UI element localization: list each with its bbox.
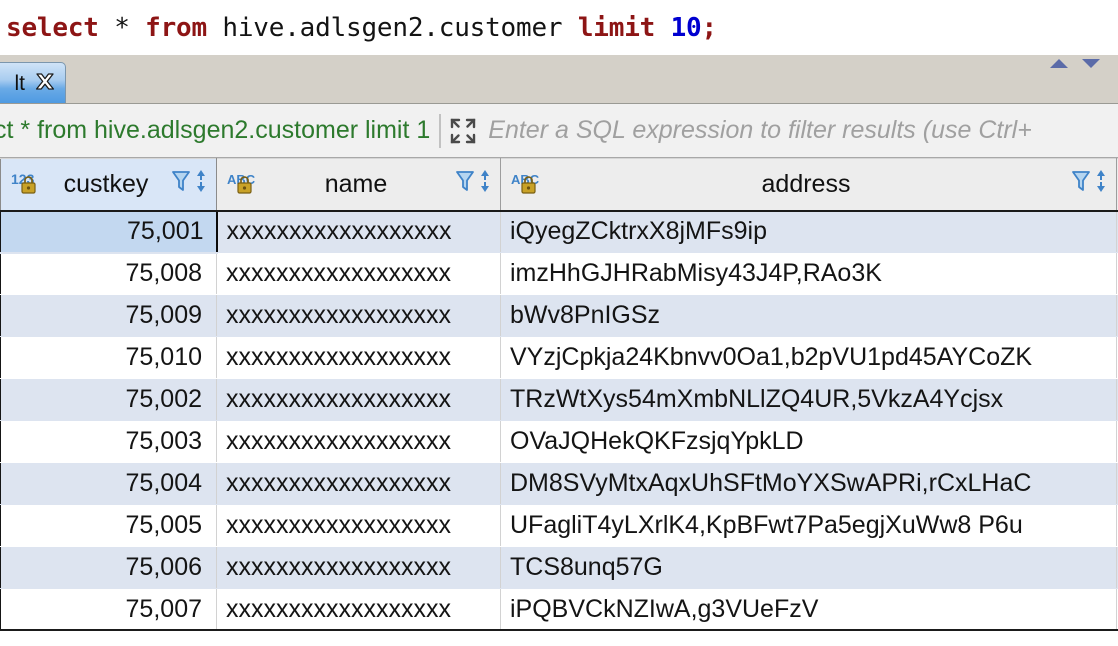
sort-up-down-icon[interactable]: [194, 169, 208, 200]
cell-name[interactable]: xxxxxxxxxxxxxxxxxx: [216, 462, 501, 505]
cell-name[interactable]: xxxxxxxxxxxxxxxxxx: [216, 420, 501, 463]
number-123-locked-icon: 123: [11, 171, 41, 197]
cell-custkey[interactable]: 75,007: [0, 588, 217, 631]
filter-funnel-icon[interactable]: [1071, 169, 1091, 200]
sql-statement[interactable]: select * from hive.adlsgen2.customer lim…: [6, 13, 717, 43]
filter-query-text[interactable]: ct * from hive.adlsgen2.customer limit 1: [0, 118, 430, 143]
cell-address[interactable]: OVaJQHekQKFzsjqYpkLD: [500, 420, 1117, 463]
sort-up-down-icon[interactable]: [478, 169, 492, 200]
column-header-tools: [171, 169, 208, 200]
tab-scroll-arrows: [1050, 59, 1100, 68]
triangle-down-icon[interactable]: [1082, 59, 1100, 68]
cell-custkey[interactable]: 75,001: [0, 209, 218, 254]
cell-name[interactable]: xxxxxxxxxxxxxxxxxx: [216, 378, 501, 421]
table-row[interactable]: 75,002 xxxxxxxxxxxxxxxxxx TRzWtXys54mXmbNL…: [0, 378, 1118, 421]
filter-funnel-icon[interactable]: [455, 169, 475, 200]
cell-address[interactable]: TCS8unq57G: [500, 546, 1117, 589]
close-x-icon[interactable]: [34, 72, 56, 94]
table-row[interactable]: 75,008 xxxxxxxxxxxxxxxxxx imzHhGJHRabMisy4…: [0, 252, 1118, 295]
table-row[interactable]: 75,007 xxxxxxxxxxxxxxxxxx iPQBVCkNZIwA,g3V…: [0, 588, 1118, 631]
cell-address[interactable]: iQyegZCktrxX8jMFs9ip: [500, 210, 1117, 253]
tab-result-label: lt: [14, 71, 26, 95]
table-row[interactable]: 75,003 xxxxxxxxxxxxxxxxxx OVaJQHekQKFzsjqY…: [0, 420, 1118, 463]
column-header-name[interactable]: ABC name: [216, 158, 501, 212]
cell-address[interactable]: TRzWtXys54mXmbNLlZQ4UR,5VkzA4Ycjsx: [500, 378, 1117, 421]
filter-divider: [439, 113, 442, 148]
expand-maximize-icon[interactable]: [448, 116, 478, 146]
cell-address[interactable]: iPQBVCkNZIwA,g3VUeFzV: [500, 588, 1117, 631]
text-abc-locked-icon: ABC: [511, 171, 541, 197]
cell-name[interactable]: xxxxxxxxxxxxxxxxxx: [216, 294, 501, 337]
cell-name[interactable]: xxxxxxxxxxxxxxxxxx: [216, 252, 501, 295]
column-header-tools: [455, 169, 492, 200]
column-header-address-label: address: [761, 171, 851, 197]
filter-funnel-icon[interactable]: [171, 169, 191, 200]
table-row[interactable]: 75,010 xxxxxxxxxxxxxxxxxx VYzjCpkja24Kbnvv…: [0, 336, 1118, 379]
cell-custkey[interactable]: 75,008: [0, 252, 217, 295]
cell-name[interactable]: xxxxxxxxxxxxxxxxxx: [216, 336, 501, 379]
sql-token-star: *: [98, 12, 146, 43]
table-row[interactable]: 75,006 xxxxxxxxxxxxxxxxxx TCS8unq57G: [0, 546, 1118, 589]
cell-custkey[interactable]: 75,009: [0, 294, 217, 337]
sql-token-from: from: [145, 12, 207, 43]
cell-address[interactable]: DM8SVyMtxAqxUhSFtMoYXSwAPRi,rCxLHaC: [500, 462, 1117, 505]
cell-address[interactable]: imzHhGJHRabMisy43J4P,RAo3K: [500, 252, 1117, 295]
result-data-grid: 123 custkey ABC name ABC address 75,001 …: [0, 158, 1118, 631]
table-header-row: 123 custkey ABC name ABC address: [0, 158, 1118, 212]
column-header-custkey[interactable]: 123 custkey: [0, 158, 217, 212]
table-row[interactable]: 75,005 xxxxxxxxxxxxxxxxxx UFagliT4yLXrlK4,…: [0, 504, 1118, 547]
cell-name[interactable]: xxxxxxxxxxxxxxxxxx: [216, 504, 501, 547]
cell-custkey[interactable]: 75,002: [0, 378, 217, 421]
cell-custkey[interactable]: 75,006: [0, 546, 217, 589]
cell-custkey[interactable]: 75,004: [0, 462, 217, 505]
cell-name[interactable]: xxxxxxxxxxxxxxxxxx: [216, 210, 501, 253]
column-header-name-label: name: [324, 171, 388, 197]
cell-custkey[interactable]: 75,005: [0, 504, 217, 547]
text-abc-locked-icon: ABC: [227, 171, 257, 197]
sort-up-down-icon[interactable]: [1094, 169, 1108, 200]
sql-token-space: [655, 13, 670, 43]
triangle-up-icon[interactable]: [1050, 59, 1068, 68]
sql-token-select: select: [6, 12, 99, 43]
results-tab-bar: lt: [0, 55, 1118, 104]
sql-token-limit-value: 10: [670, 12, 702, 43]
results-filter-bar[interactable]: ct * from hive.adlsgen2.customer limit 1…: [0, 104, 1118, 158]
table-row[interactable]: 75,009 xxxxxxxxxxxxxxxxxx bWv8PnIGSz: [0, 294, 1118, 337]
grid-bottom-border: [0, 629, 1118, 631]
table-body: 75,001 xxxxxxxxxxxxxxxxxx iQyegZCktrxX8jMF…: [0, 209, 1118, 631]
cell-custkey[interactable]: 75,003: [0, 420, 217, 463]
sql-token-semicolon: ;: [701, 12, 718, 43]
sql-editor-line[interactable]: select * from hive.adlsgen2.customer lim…: [0, 0, 1118, 55]
cell-address[interactable]: VYzjCpkja24Kbnvv0Oa1,b2pVU1pd45AYCoZK: [500, 336, 1117, 379]
table-row[interactable]: 75,001 xxxxxxxxxxxxxxxxxx iQyegZCktrxX8jMF…: [0, 209, 1118, 254]
column-header-tools: [1071, 169, 1108, 200]
result-table: 123 custkey ABC name ABC address 75,001 …: [0, 158, 1118, 631]
column-header-custkey-label: custkey: [63, 171, 149, 197]
column-header-address[interactable]: ABC address: [500, 158, 1117, 212]
table-row[interactable]: 75,004 xxxxxxxxxxxxxxxxxx DM8SVyMtxAqxUhSF…: [0, 462, 1118, 505]
cell-address[interactable]: bWv8PnIGSz: [500, 294, 1117, 337]
cell-name[interactable]: xxxxxxxxxxxxxxxxxx: [216, 588, 501, 631]
filter-input-placeholder[interactable]: Enter a SQL expression to filter results…: [488, 118, 1032, 143]
cell-name[interactable]: xxxxxxxxxxxxxxxxxx: [216, 546, 501, 589]
cell-custkey[interactable]: 75,010: [0, 336, 217, 379]
sql-token-limit: limit: [577, 12, 656, 43]
sql-token-table: hive.adlsgen2.customer: [206, 12, 578, 43]
tab-result[interactable]: lt: [0, 62, 66, 103]
result-grid-window: select * from hive.adlsgen2.customer lim…: [0, 0, 1118, 646]
cell-address[interactable]: UFagliT4yLXrlK4,KpBFwt7Pa5egjXuWw8 P6u: [500, 504, 1117, 547]
